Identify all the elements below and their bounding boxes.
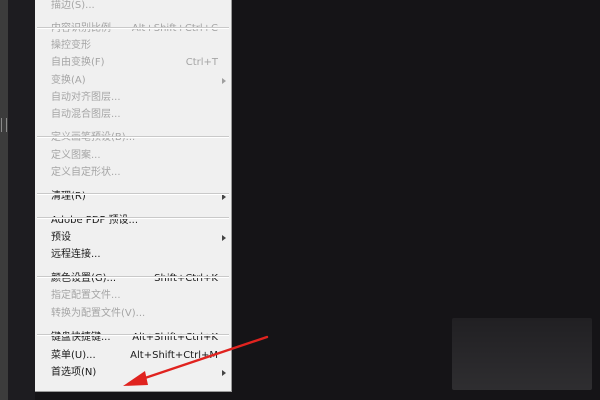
annotation-arrow [123, 335, 269, 386]
annotation-arrow-shaft [140, 335, 269, 381]
annotation-arrow-head [123, 371, 148, 386]
